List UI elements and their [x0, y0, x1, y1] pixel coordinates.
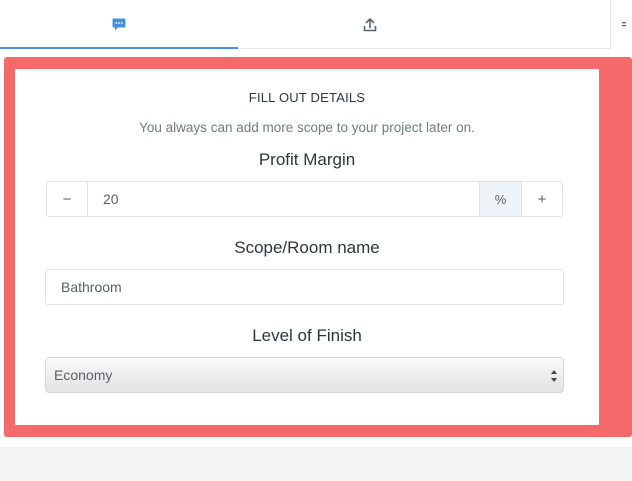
tab-upload[interactable]	[250, 0, 490, 49]
select-value: Economy	[54, 367, 113, 383]
scope-name-label: Scope/Room name	[234, 238, 380, 257]
overflow-icon	[621, 19, 627, 31]
form-subtitle: You always can add more scope to your pr…	[139, 120, 475, 135]
bottom-panel	[0, 447, 632, 481]
increment-button[interactable]: +	[521, 182, 562, 216]
select-arrows-icon	[550, 369, 558, 383]
details-form-card: FILL OUT DETAILS You always can add more…	[15, 69, 599, 425]
tab-chat[interactable]	[0, 0, 238, 49]
scope-name-input[interactable]	[45, 269, 564, 305]
level-of-finish-select[interactable]: Economy	[45, 357, 564, 393]
form-heading: FILL OUT DETAILS	[248, 90, 366, 105]
tab-bar	[0, 0, 632, 49]
active-tab-indicator	[0, 47, 238, 49]
profit-margin-stepper: − % +	[46, 181, 563, 217]
tab-more[interactable]	[616, 0, 632, 49]
profit-margin-label: Profit Margin	[258, 150, 356, 169]
percent-unit: %	[479, 182, 521, 216]
level-of-finish-label: Level of Finish	[252, 326, 362, 345]
chat-bubble-icon	[112, 18, 126, 31]
upload-icon	[363, 17, 377, 32]
profit-margin-input[interactable]	[88, 182, 479, 216]
decrement-button[interactable]: −	[47, 182, 88, 216]
